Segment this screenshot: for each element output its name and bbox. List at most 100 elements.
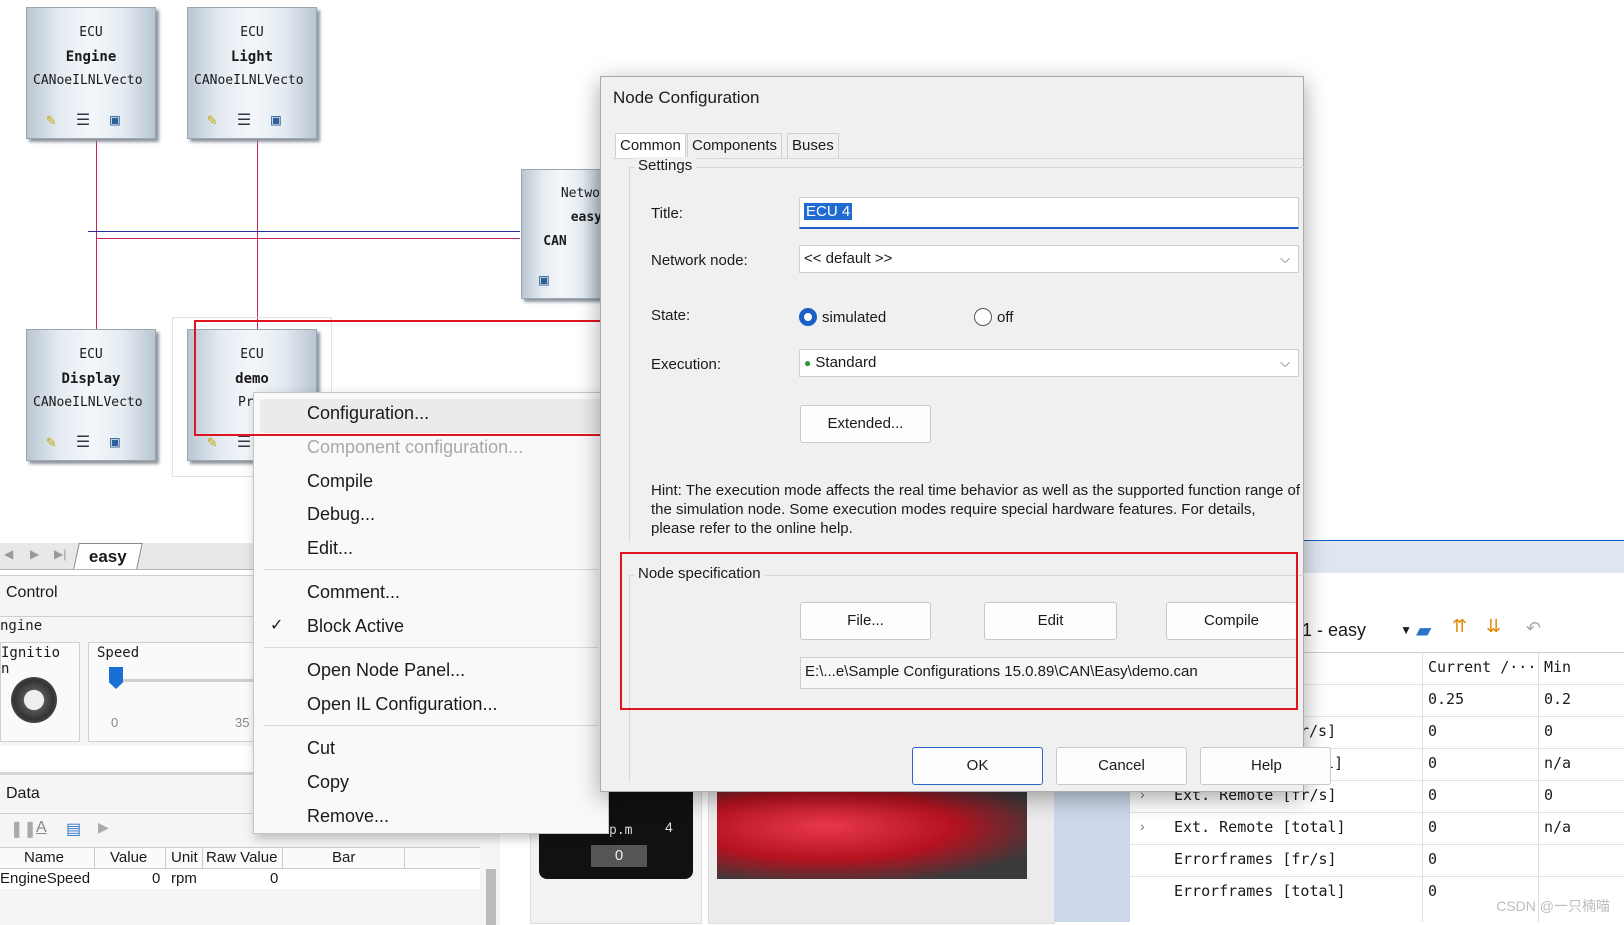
ok-button[interactable]: OK xyxy=(912,747,1043,785)
cell-min: 0 xyxy=(1544,722,1554,740)
tab-common[interactable]: Common xyxy=(615,133,686,159)
menu-item-block-active[interactable]: Block Active xyxy=(307,614,404,638)
undo-icon[interactable]: ↶ xyxy=(1526,618,1541,639)
gauge-unit: p.m xyxy=(609,823,633,838)
network-node-label: Network node: xyxy=(651,252,748,269)
bus-dropdown[interactable]: 1 - easy ▼ xyxy=(1302,616,1412,644)
state-simulated-radio[interactable] xyxy=(799,308,817,326)
node-dll: CANoeILNLVecto xyxy=(33,395,143,410)
text-format-icon[interactable]: A xyxy=(36,819,47,837)
title-label: Title: xyxy=(651,205,683,222)
menu-item-comment[interactable]: Comment... xyxy=(307,580,400,604)
folder-icon[interactable]: ▰ xyxy=(1416,618,1431,643)
stack-icon[interactable]: ☰ xyxy=(73,110,93,130)
state-off-radio[interactable] xyxy=(974,308,992,326)
col-unit[interactable]: Unit xyxy=(171,849,198,866)
add-signal-icon[interactable]: ▤ xyxy=(66,819,81,839)
play-icon[interactable]: ▶ xyxy=(98,819,109,836)
cell-current: 0 xyxy=(1428,882,1438,900)
network-icon[interactable]: ▣ xyxy=(534,270,554,290)
execution-select[interactable]: ● Standard ⌵ xyxy=(799,349,1299,377)
cell-name: Ext. Remote [total] xyxy=(1174,818,1346,836)
cell-current: 0 xyxy=(1428,786,1438,804)
settings-label: Settings xyxy=(634,157,697,174)
table-row[interactable]: EngineSpeed 0 rpm 0 xyxy=(0,869,480,889)
highlight-box xyxy=(194,320,608,436)
control-title: Control xyxy=(6,584,58,601)
title-input[interactable]: ECU 4 xyxy=(799,197,1299,229)
help-button[interactable]: Help xyxy=(1200,747,1331,785)
collapse-icon[interactable]: ⇈ xyxy=(1452,616,1467,637)
tab-last-icon[interactable]: ▶| xyxy=(54,547,66,561)
pencil-icon[interactable]: ✎ xyxy=(202,110,222,130)
tab-easy[interactable]: easy xyxy=(73,543,143,569)
cell-min: 0 xyxy=(1544,786,1554,804)
ignition-label: Ignitio xyxy=(1,645,61,661)
network-icon[interactable]: ▣ xyxy=(105,432,125,452)
cell-value: 0 xyxy=(152,870,161,887)
ecu-node-display[interactable]: ECU Display CANoeILNLVecto ✎ ☰ ▣ xyxy=(26,329,156,461)
menu-item-copy[interactable]: Copy xyxy=(307,770,349,794)
menu-item-edit[interactable]: Edit... xyxy=(307,536,353,560)
col-value[interactable]: Value xyxy=(110,849,147,866)
cell-current: 0 xyxy=(1428,722,1438,740)
ignition-switch-icon[interactable] xyxy=(11,677,57,723)
execution-value: Standard xyxy=(815,354,877,371)
menu-separator xyxy=(264,725,598,726)
menu-item-component-configuration: Component configuration... xyxy=(307,437,524,457)
node-type: ECU xyxy=(79,347,103,362)
speed-slider-thumb[interactable] xyxy=(109,667,123,689)
pencil-icon[interactable]: ✎ xyxy=(41,432,61,452)
node-type: Netwo xyxy=(560,186,600,201)
col-min[interactable]: Min xyxy=(1544,658,1571,676)
highlight-box xyxy=(620,552,1298,710)
dialog-title: Node Configuration xyxy=(613,88,760,107)
network-node-select[interactable]: << default >> ⌵ xyxy=(799,245,1299,273)
tab-components[interactable]: Components xyxy=(687,133,783,159)
cancel-button[interactable]: Cancel xyxy=(1056,747,1187,785)
stack-icon[interactable]: ☰ xyxy=(73,432,93,452)
state-simulated-label[interactable]: simulated xyxy=(822,309,886,326)
menu-item-debug[interactable]: Debug... xyxy=(307,502,375,526)
network-icon[interactable]: ▣ xyxy=(105,110,125,130)
gauge-tick: 4 xyxy=(665,819,673,835)
menu-item-cut[interactable]: Cut xyxy=(307,736,335,760)
col-bar[interactable]: Bar xyxy=(332,849,355,866)
menu-separator xyxy=(264,647,598,648)
gauge-readout: 0 xyxy=(591,845,647,867)
col-current[interactable]: Current /··· xyxy=(1428,658,1536,676)
expand-row-icon[interactable]: › xyxy=(1140,818,1145,834)
extended-button[interactable]: Extended... xyxy=(800,405,931,443)
ecu-node-engine[interactable]: ECU Engine CANoeILNLVecto ✎ ☰ ▣ xyxy=(26,7,156,139)
cell-current: 0.25 xyxy=(1428,690,1465,708)
tab-prev-icon[interactable]: ◀ xyxy=(4,547,13,561)
cell-current: 0 xyxy=(1428,754,1438,772)
state-off-label[interactable]: off xyxy=(997,309,1013,326)
tab-buses[interactable]: Buses xyxy=(787,133,839,159)
pencil-icon[interactable]: ✎ xyxy=(41,110,61,130)
col-raw-value[interactable]: Raw Value xyxy=(206,849,277,866)
menu-separator xyxy=(264,569,598,570)
col-name[interactable]: Name xyxy=(24,849,64,866)
scrollbar[interactable] xyxy=(486,869,496,925)
menu-item-compile[interactable]: Compile xyxy=(307,469,373,493)
node-bus: CAN xyxy=(543,234,567,249)
hint-text: Hint: The execution mode affects the rea… xyxy=(651,482,1300,537)
network-node[interactable]: Netwo easy CAN ▣ xyxy=(521,169,603,299)
stack-icon[interactable]: ☰ xyxy=(234,110,254,130)
data-title: Data xyxy=(6,785,40,802)
node-name: Display xyxy=(61,371,121,387)
menu-item-open-node-panel[interactable]: Open Node Panel... xyxy=(307,658,465,682)
menu-item-open-il-configuration[interactable]: Open IL Configuration... xyxy=(307,692,497,716)
execution-label: Execution: xyxy=(651,356,722,373)
menu-item-remove[interactable]: Remove... xyxy=(307,804,389,828)
pause-icon[interactable]: ❚❚ xyxy=(10,819,37,839)
state-label: State: xyxy=(651,307,691,324)
node-dll: CANoeILNLVecto xyxy=(33,73,143,88)
network-icon[interactable]: ▣ xyxy=(266,110,286,130)
expand-icon[interactable]: ⇊ xyxy=(1486,616,1501,637)
bus-line xyxy=(88,231,520,232)
tab-next-icon[interactable]: ▶ xyxy=(30,547,39,561)
watermark: CSDN @一只楠喵 xyxy=(1496,898,1610,914)
ecu-node-light[interactable]: ECU Light CANoeILNLVecto ✎ ☰ ▣ xyxy=(187,7,317,139)
